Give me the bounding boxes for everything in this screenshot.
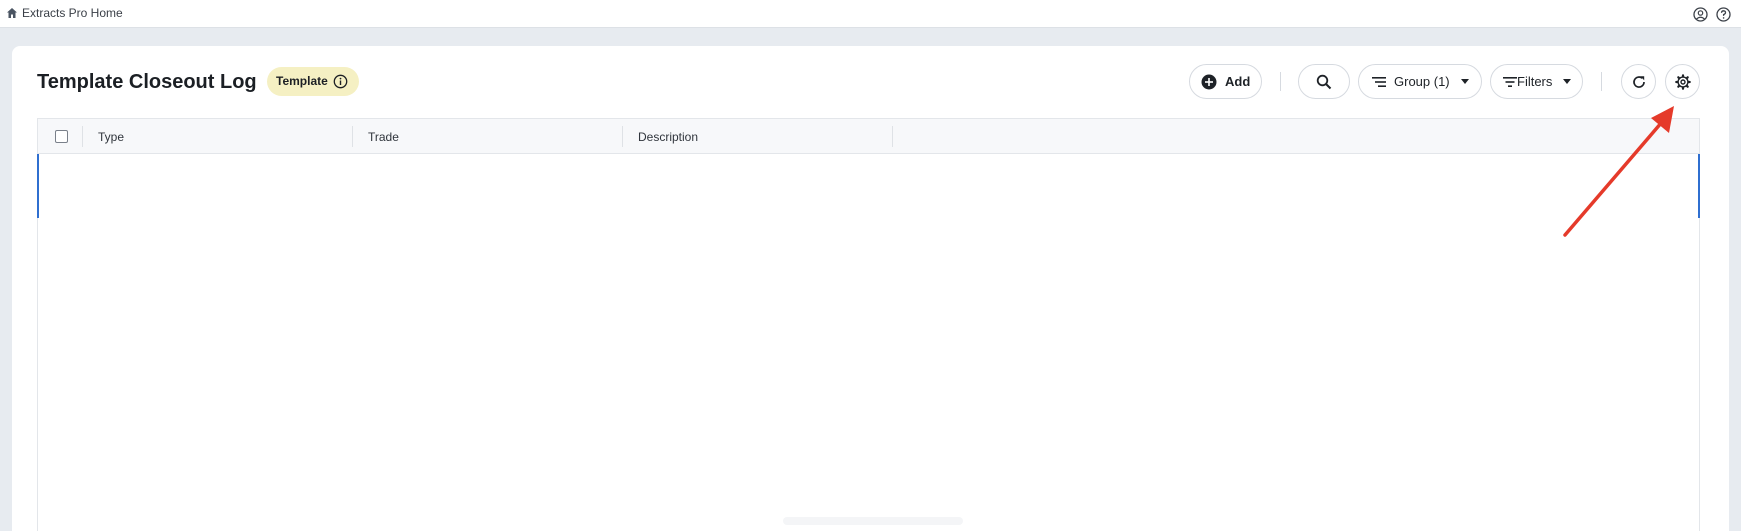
column-separator[interactable]	[892, 126, 893, 147]
column-header-type[interactable]: Type	[98, 130, 124, 144]
select-all-checkbox[interactable]	[55, 130, 68, 143]
group-button[interactable]: Group (1)	[1358, 64, 1482, 99]
column-header-trade[interactable]: Trade	[368, 130, 399, 144]
loading-placeholder	[783, 517, 963, 525]
plus-circle-icon	[1201, 74, 1217, 90]
column-separator[interactable]	[622, 126, 623, 147]
toolbar-divider	[1601, 72, 1602, 91]
gear-icon	[1675, 74, 1691, 90]
selected-row-outline[interactable]	[37, 154, 1700, 218]
filters-button[interactable]: Filters	[1490, 64, 1583, 99]
grid-header: Type Trade Description	[38, 119, 1699, 154]
badge-label: Template	[276, 74, 328, 88]
refresh-button[interactable]	[1621, 64, 1656, 99]
group-label: Group (1)	[1394, 74, 1450, 89]
refresh-icon	[1633, 76, 1645, 88]
add-label: Add	[1225, 74, 1251, 89]
top-bar: Extracts Pro Home	[0, 0, 1741, 28]
search-icon	[1316, 74, 1332, 90]
chevron-down-icon	[1461, 79, 1469, 84]
data-grid: Type Trade Description	[37, 118, 1700, 531]
settings-button[interactable]	[1665, 64, 1700, 99]
filter-icon	[1503, 77, 1517, 87]
home-icon[interactable]	[6, 7, 18, 19]
group-lines-icon	[1372, 77, 1386, 87]
help-circle-icon[interactable]	[1716, 7, 1731, 22]
toolbar-divider	[1280, 72, 1281, 91]
add-button[interactable]: Add	[1189, 64, 1262, 99]
page-title: Template Closeout Log	[37, 71, 257, 93]
user-circle-icon[interactable]	[1693, 7, 1708, 22]
info-icon[interactable]	[333, 74, 348, 89]
column-separator[interactable]	[82, 126, 83, 147]
breadcrumb-home[interactable]: Extracts Pro Home	[22, 6, 123, 20]
column-header-description[interactable]: Description	[638, 130, 698, 144]
search-button[interactable]	[1298, 64, 1350, 99]
column-separator[interactable]	[352, 126, 353, 147]
filters-label: Filters	[1517, 74, 1553, 89]
template-badge: Template	[267, 67, 359, 96]
chevron-down-icon	[1563, 79, 1571, 84]
